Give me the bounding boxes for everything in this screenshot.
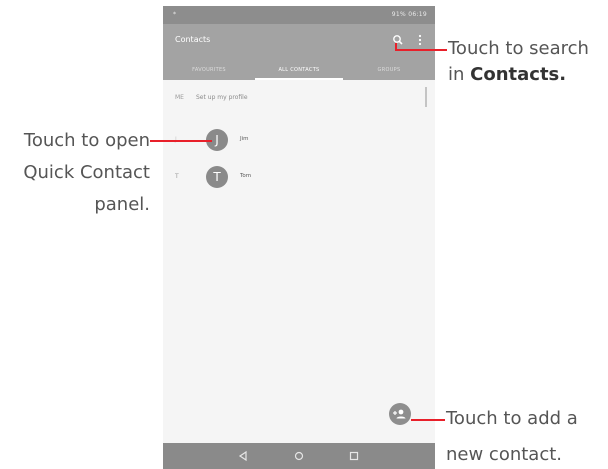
search-callout-tick (395, 43, 397, 51)
quick-contact-callout-line1: Touch to open (23, 130, 150, 151)
add-person-icon (393, 409, 406, 419)
add-contact-callout-line2: new contact. (446, 444, 563, 465)
add-contact-callout-text: Touch to add a new contact. (446, 406, 578, 468)
add-contact-button[interactable] (389, 403, 411, 425)
contact-name: Tom (240, 173, 252, 179)
contact-name: Jim (240, 136, 249, 142)
quick-contact-callout-line3: panel. (94, 194, 150, 215)
status-left-text: * (173, 11, 176, 18)
search-callout-line2: in Contacts. (448, 62, 589, 88)
search-callout-line (397, 49, 411, 51)
section-letter: T (175, 173, 179, 180)
quick-contact-callout-text: Touch to open Quick Contact panel. (0, 128, 150, 218)
add-contact-callout-line (411, 419, 445, 421)
status-right-text: 91% 06:19 (391, 11, 427, 18)
navigation-bar (163, 443, 435, 469)
search-callout-line1: Touch to search (448, 38, 589, 59)
home-icon[interactable] (291, 448, 307, 464)
quick-contact-callout-line (150, 140, 212, 142)
tab-groups[interactable]: GROUPS (343, 60, 435, 80)
contact-avatar[interactable]: T (206, 166, 228, 188)
tab-bar: FAVOURITES ALL CONTACTS GROUPS (163, 60, 435, 80)
more-options-icon[interactable] (415, 32, 425, 46)
search-icon[interactable] (391, 32, 405, 46)
search-callout-bold: Contacts. (470, 64, 567, 85)
add-contact-callout-line1: Touch to add a (446, 408, 578, 429)
app-title: Contacts (175, 35, 211, 44)
profile-setup-text: Set up my profile (196, 94, 248, 101)
tab-favourites[interactable]: FAVOURITES (163, 60, 255, 80)
contact-row[interactable]: T T Tom (163, 165, 425, 189)
search-callout-text: Touch to search in Contacts. (448, 36, 589, 88)
profile-row[interactable]: ME Set up my profile (163, 92, 425, 106)
status-bar: * 91% 06:19 (163, 6, 435, 24)
profile-section-letter: ME (175, 94, 184, 101)
phone-screen: * 91% 06:19 Contacts FAVOURITES ALL CONT… (163, 6, 435, 469)
recent-apps-icon[interactable] (346, 448, 362, 464)
search-callout-connector (411, 49, 447, 51)
app-bar: Contacts FAVOURITES ALL CONTACTS GROUPS (163, 24, 435, 80)
quick-contact-callout-line2: Quick Contact (23, 162, 150, 183)
tab-indicator (255, 78, 343, 80)
scrollbar[interactable] (425, 87, 427, 107)
tab-all-contacts[interactable]: ALL CONTACTS (255, 60, 343, 80)
search-callout-prefix: in (448, 64, 471, 85)
back-icon[interactable] (236, 448, 252, 464)
